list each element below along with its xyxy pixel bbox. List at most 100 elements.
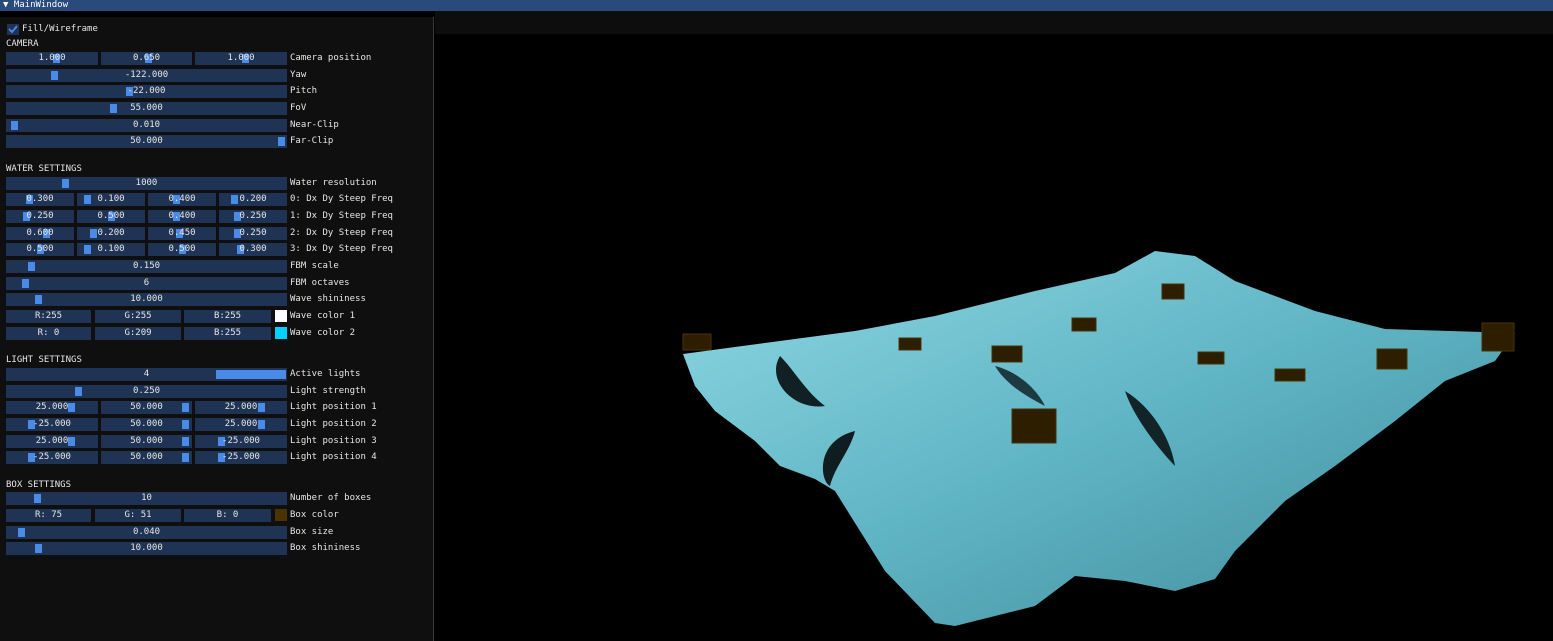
fbm-scale-label: FBM scale (290, 261, 339, 271)
wave3-freq[interactable]: 0.300 (219, 243, 287, 256)
box (1481, 322, 1515, 352)
near-clip-slider[interactable]: 0.010 (6, 119, 287, 132)
fbm-scale-slider[interactable]: 0.150 (6, 260, 287, 273)
wave0-label: 0: Dx Dy Steep Freq (290, 194, 393, 204)
wave-shininess-label: Wave shininess (290, 294, 366, 304)
wave0-dx[interactable]: 0.300 (6, 193, 74, 206)
light2-label: Light position 2 (290, 419, 377, 429)
light1-z[interactable]: 25.000 (195, 401, 287, 414)
light4-y[interactable]: 50.000 (101, 451, 192, 464)
water-resolution-slider[interactable]: 1000 (6, 177, 287, 190)
camera-position-label: Camera position (290, 53, 372, 63)
water-scene (682, 251, 1515, 626)
wave-color1-b[interactable]: B:255 (184, 310, 271, 323)
light3-label: Light position 3 (290, 436, 377, 446)
wave-shininess-slider[interactable]: 10.000 (6, 293, 287, 306)
wave1-steep[interactable]: 0.400 (148, 210, 216, 223)
wave0-steep[interactable]: 0.400 (148, 193, 216, 206)
yaw-label: Yaw (290, 70, 307, 80)
far-clip-label: Far-Clip (290, 136, 334, 146)
wave1-dx[interactable]: 0.250 (6, 210, 74, 223)
render-viewport[interactable] (435, 11, 1553, 641)
near-clip-label: Near-Clip (290, 120, 339, 130)
box (682, 333, 712, 351)
fill-wireframe-label: Fill/Wireframe (22, 24, 98, 34)
wave-color1-r[interactable]: R:255 (6, 310, 91, 323)
window-titlebar[interactable]: ▼ MainWindow (0, 0, 1553, 11)
wave1-freq[interactable]: 0.250 (219, 210, 287, 223)
wave2-steep[interactable]: 0.450 (148, 227, 216, 240)
settings-panel: Fill/Wireframe CAMERA 1.000 0.650 1.000 … (0, 17, 434, 641)
wave2-freq[interactable]: 0.250 (219, 227, 287, 240)
far-clip-slider[interactable]: 50.000 (6, 135, 287, 148)
active-lights-label: Active lights (290, 369, 361, 379)
light-header: LIGHT SETTINGS (6, 355, 82, 365)
box-color-g[interactable]: G: 51 (95, 509, 181, 522)
wave0-freq[interactable]: 0.200 (219, 193, 287, 206)
box-header: BOX SETTINGS (6, 480, 72, 490)
wave-color2-label: Wave color 2 (290, 328, 356, 338)
box-shininess-slider[interactable]: 10.000 (6, 542, 287, 555)
pitch-slider[interactable]: -22.000 (6, 85, 287, 98)
box-color-label: Box color (290, 510, 339, 520)
pitch-label: Pitch (290, 86, 318, 96)
box-count-label: Number of boxes (290, 493, 372, 503)
wave2-label: 2: Dx Dy Steep Freq (290, 228, 393, 238)
water-surface (683, 251, 1515, 626)
box-color-r[interactable]: R: 75 (6, 509, 91, 522)
fill-wireframe-checkbox[interactable] (7, 24, 19, 35)
box (1071, 317, 1097, 332)
camera-pos-z[interactable]: 1.000 (195, 52, 287, 65)
fov-label: FoV (290, 103, 307, 113)
light4-z[interactable]: -25.000 (195, 451, 287, 464)
box-color-b[interactable]: B: 0 (184, 509, 271, 522)
box (991, 345, 1023, 363)
wave-color2-b[interactable]: B:255 (184, 327, 271, 340)
light4-x[interactable]: -25.000 (6, 451, 98, 464)
wave-color2-g[interactable]: G:209 (95, 327, 181, 340)
light3-x[interactable]: 25.000 (6, 435, 98, 448)
fov-slider[interactable]: 55.000 (6, 102, 287, 115)
water-header: WATER SETTINGS (6, 164, 82, 174)
fbm-octaves-slider[interactable]: 6 (6, 277, 287, 290)
water-resolution-label: Water resolution (290, 178, 377, 188)
box (1274, 368, 1306, 382)
wave3-steep[interactable]: 0.500 (148, 243, 216, 256)
box-color-swatch[interactable] (275, 509, 287, 521)
light2-y[interactable]: 50.000 (101, 418, 192, 431)
yaw-slider[interactable]: -122.000 (6, 69, 287, 82)
light3-y[interactable]: 50.000 (101, 435, 192, 448)
box-count-slider[interactable]: 10 (6, 492, 287, 505)
light-strength-label: Light strength (290, 386, 366, 396)
wave-color1-label: Wave color 1 (290, 311, 356, 321)
window-title: ▼ MainWindow (3, 0, 69, 10)
wave-color2-r[interactable]: R: 0 (6, 327, 91, 340)
wave3-dy[interactable]: 0.100 (77, 243, 145, 256)
light2-x[interactable]: -25.000 (6, 418, 98, 431)
light1-x[interactable]: 25.000 (6, 401, 98, 414)
camera-pos-x[interactable]: 1.000 (6, 52, 98, 65)
light3-z[interactable]: -25.000 (195, 435, 287, 448)
box-size-slider[interactable]: 0.040 (6, 526, 287, 539)
wave-color2-swatch[interactable] (275, 327, 287, 339)
light-strength-slider[interactable]: 0.250 (6, 385, 287, 398)
wave3-dx[interactable]: 0.500 (6, 243, 74, 256)
light1-label: Light position 1 (290, 402, 377, 412)
wave3-label: 3: Dx Dy Steep Freq (290, 244, 393, 254)
wave2-dx[interactable]: 0.600 (6, 227, 74, 240)
camera-pos-y[interactable]: 0.650 (101, 52, 192, 65)
wave-color1-g[interactable]: G:255 (95, 310, 181, 323)
wave2-dy[interactable]: 0.200 (77, 227, 145, 240)
active-lights-slider[interactable]: 4 (6, 368, 287, 381)
light1-y[interactable]: 50.000 (101, 401, 192, 414)
wave0-dy[interactable]: 0.100 (77, 193, 145, 206)
light4-label: Light position 4 (290, 452, 377, 462)
wave1-dy[interactable]: 0.500 (77, 210, 145, 223)
fbm-octaves-label: FBM octaves (290, 278, 350, 288)
box (1011, 408, 1057, 444)
box-size-label: Box size (290, 527, 334, 537)
camera-header: CAMERA (6, 39, 39, 49)
wave-color1-swatch[interactable] (275, 310, 287, 322)
light2-z[interactable]: 25.000 (195, 418, 287, 431)
box (898, 337, 922, 351)
